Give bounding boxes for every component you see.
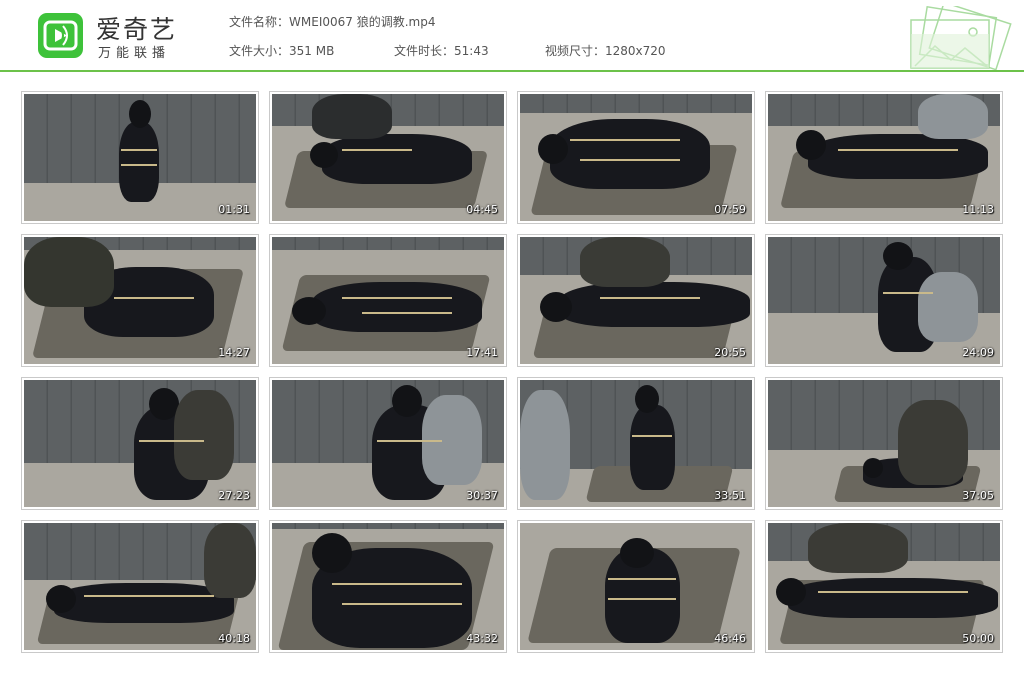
timestamp: 43:32 <box>466 632 498 645</box>
video-dimensions-row: 视频尺寸：1280x720 <box>545 42 666 59</box>
thumbnail-5[interactable]: 14:27 <box>21 234 259 367</box>
thumbnail-image: 07:59 <box>520 94 752 221</box>
thumbnail-image: 11:13 <box>768 94 1000 221</box>
thumbnail-image: 27:23 <box>24 380 256 507</box>
thumbnail-11[interactable]: 33:51 <box>517 377 755 510</box>
timestamp: 14:27 <box>218 346 250 359</box>
thumbnail-image: 01:31 <box>24 94 256 221</box>
timestamp: 27:23 <box>218 489 250 502</box>
video-dimensions-label: 视频尺寸： <box>545 44 606 58</box>
thumbnail-7[interactable]: 20:55 <box>517 234 755 367</box>
thumbnail-image: 04:45 <box>272 94 504 221</box>
timestamp: 50:00 <box>962 632 994 645</box>
thumbnail-image: 40:18 <box>24 523 256 650</box>
thumbnail-15[interactable]: 46:46 <box>517 520 755 653</box>
thumbnail-4[interactable]: 11:13 <box>765 91 1003 224</box>
thumbnail-3[interactable]: 07:59 <box>517 91 755 224</box>
file-size-label: 文件大小： <box>229 44 290 58</box>
iqiyi-logo-icon <box>38 13 83 58</box>
thumbnail-1[interactable]: 01:31 <box>21 91 259 224</box>
header-divider <box>0 70 1024 72</box>
thumbnail-grid: 01:31 04:45 07:59 11:13 14:27 17:41 20:5… <box>21 91 1003 655</box>
file-duration-row: 文件时长：51:43 <box>394 42 489 59</box>
timestamp: 30:37 <box>466 489 498 502</box>
thumbnail-image: 46:46 <box>520 523 752 650</box>
thumbnail-image: 43:32 <box>272 523 504 650</box>
thumbnail-14[interactable]: 43:32 <box>269 520 507 653</box>
brand-subtitle: 万能联播 <box>98 46 171 61</box>
thumbnail-image: 33:51 <box>520 380 752 507</box>
thumbnail-image: 37:05 <box>768 380 1000 507</box>
timestamp: 07:59 <box>714 203 746 216</box>
timestamp: 20:55 <box>714 346 746 359</box>
thumbnail-image: 14:27 <box>24 237 256 364</box>
header-bar: 爱奇艺 万能联播 文件名称：WMEI0067 狼的调教.mp4 文件大小：351… <box>0 0 1024 72</box>
thumbnail-10[interactable]: 30:37 <box>269 377 507 510</box>
thumbnail-image: 50:00 <box>768 523 1000 650</box>
timestamp: 11:13 <box>962 203 994 216</box>
timestamp: 17:41 <box>466 346 498 359</box>
thumbnail-6[interactable]: 17:41 <box>269 234 507 367</box>
file-duration-label: 文件时长： <box>394 44 455 58</box>
thumbnail-8[interactable]: 24:09 <box>765 234 1003 367</box>
timestamp: 37:05 <box>962 489 994 502</box>
timestamp: 04:45 <box>466 203 498 216</box>
thumbnail-16[interactable]: 50:00 <box>765 520 1003 653</box>
file-name-label: 文件名称： <box>229 15 290 29</box>
brand-title: 爱奇艺 <box>96 15 178 44</box>
thumbnail-image: 24:09 <box>768 237 1000 364</box>
video-dimensions-value: 1280x720 <box>605 44 666 58</box>
photo-stack-decoration-icon <box>905 1 1015 74</box>
thumbnail-9[interactable]: 27:23 <box>21 377 259 510</box>
timestamp: 40:18 <box>218 632 250 645</box>
timestamp: 01:31 <box>218 203 250 216</box>
file-size-value: 351 MB <box>289 44 335 58</box>
timestamp: 46:46 <box>714 632 746 645</box>
file-size-row: 文件大小：351 MB <box>229 42 334 59</box>
file-duration-value: 51:43 <box>454 44 489 58</box>
thumbnail-image: 20:55 <box>520 237 752 364</box>
thumbnail-image: 17:41 <box>272 237 504 364</box>
thumbnail-13[interactable]: 40:18 <box>21 520 259 653</box>
file-name-row: 文件名称：WMEI0067 狼的调教.mp4 <box>229 13 435 30</box>
timestamp: 33:51 <box>714 489 746 502</box>
timestamp: 24:09 <box>962 346 994 359</box>
file-name-value: WMEI0067 狼的调教.mp4 <box>289 15 436 29</box>
thumbnail-2[interactable]: 04:45 <box>269 91 507 224</box>
thumbnail-12[interactable]: 37:05 <box>765 377 1003 510</box>
thumbnail-image: 30:37 <box>272 380 504 507</box>
